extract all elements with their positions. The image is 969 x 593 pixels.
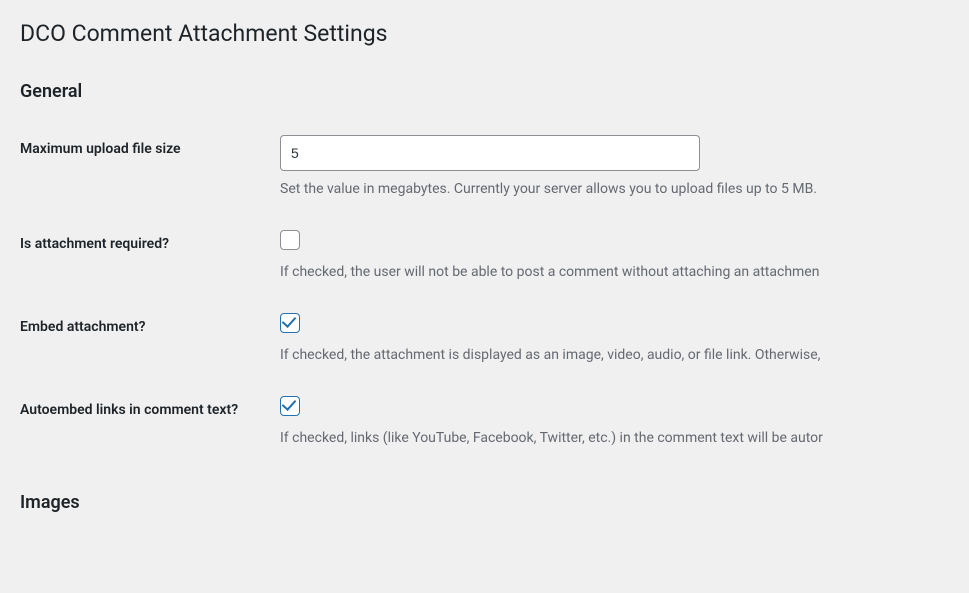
description-max-upload: Set the value in megabytes. Currently yo… xyxy=(280,179,959,200)
section-heading-images: Images xyxy=(20,484,969,521)
description-embed: If checked, the attachment is displayed … xyxy=(280,345,959,366)
label-required: Is attachment required? xyxy=(20,236,169,252)
checkbox-embed[interactable] xyxy=(280,313,300,333)
label-max-upload: Maximum upload file size xyxy=(20,141,181,157)
description-autoembed: If checked, links (like YouTube, Faceboo… xyxy=(280,428,959,449)
field-row-autoembed: Autoembed links in comment text? If chec… xyxy=(20,381,969,464)
checkbox-autoembed[interactable] xyxy=(280,396,300,416)
label-autoembed: Autoembed links in comment text? xyxy=(20,402,238,418)
label-embed: Embed attachment? xyxy=(20,319,146,335)
section-heading-general: General xyxy=(20,73,969,110)
description-required: If checked, the user will not be able to… xyxy=(280,262,959,283)
page-title: DCO Comment Attachment Settings xyxy=(20,10,969,53)
field-row-required: Is attachment required? If checked, the … xyxy=(20,215,969,298)
checkbox-required[interactable] xyxy=(280,230,300,250)
input-max-upload[interactable] xyxy=(280,135,700,171)
settings-table-general: Maximum upload file size Set the value i… xyxy=(20,120,969,464)
field-row-embed: Embed attachment? If checked, the attach… xyxy=(20,298,969,381)
field-row-max-upload: Maximum upload file size Set the value i… xyxy=(20,120,969,215)
